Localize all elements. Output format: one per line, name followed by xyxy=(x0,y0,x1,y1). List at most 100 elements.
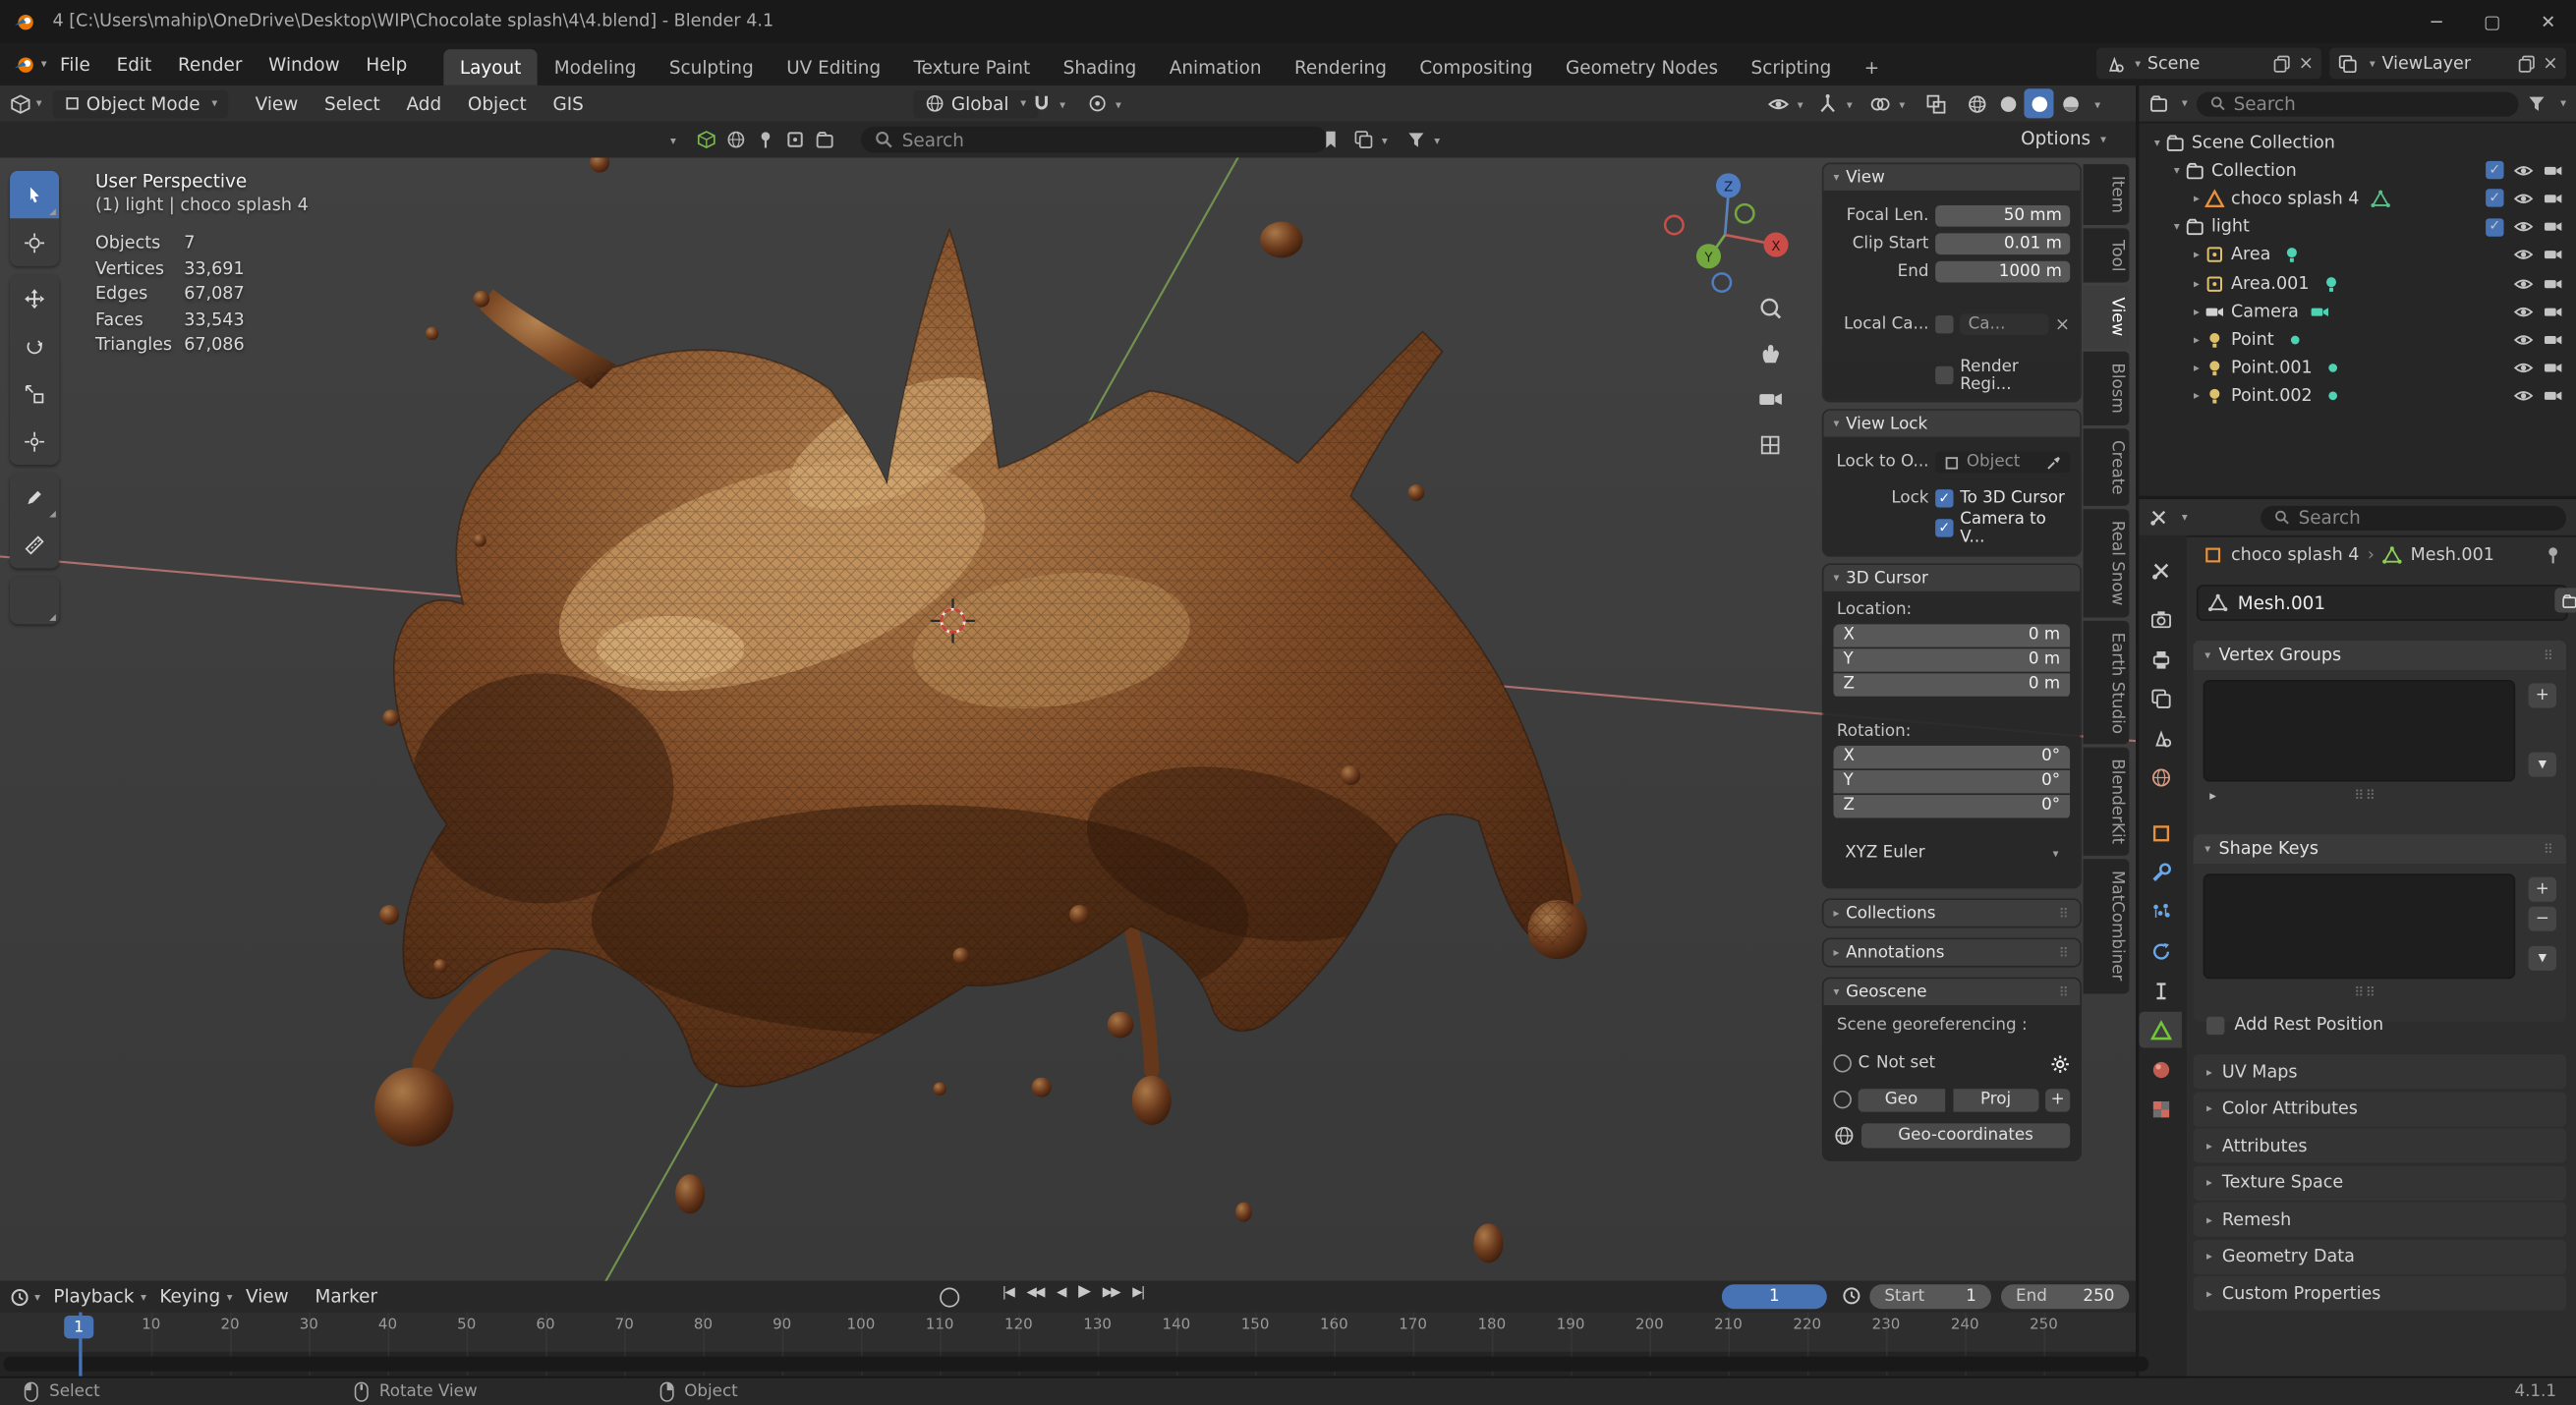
vertex-group-specials-button[interactable]: ▾ xyxy=(2529,753,2556,777)
camera-toggle-icon[interactable] xyxy=(2544,386,2563,406)
viewlayer-selector[interactable]: ▾ ViewLayer × xyxy=(2330,47,2566,79)
npanel-tab-item[interactable]: Item xyxy=(2084,164,2130,224)
unlink-scene-icon[interactable]: × xyxy=(2299,52,2314,74)
tool-search-input[interactable]: Search xyxy=(861,127,1328,153)
shape-keys-list[interactable] xyxy=(2204,873,2516,979)
tool-annotate[interactable] xyxy=(10,473,59,520)
eye-icon[interactable] xyxy=(2514,359,2534,378)
clip-start-field[interactable]: 0.01 m xyxy=(1935,233,2070,254)
camera-toggle-icon[interactable] xyxy=(2544,330,2563,350)
eye-icon[interactable] xyxy=(2514,330,2534,350)
camera-toggle-icon[interactable] xyxy=(2544,189,2563,208)
pan-hand-icon[interactable] xyxy=(1763,345,1779,363)
transform-orientation-dropdown[interactable]: Global ▾ xyxy=(913,89,1037,117)
geo-button[interactable]: Geo xyxy=(1859,1088,1945,1110)
outliner-row-scene-collection[interactable]: ▾Scene Collection xyxy=(2139,128,2576,156)
shape-keys-header[interactable]: ▾Shape Keys⠿ xyxy=(2194,834,2566,864)
eye-icon[interactable] xyxy=(2514,189,2534,208)
camera-toggle-icon[interactable] xyxy=(2544,246,2563,265)
vp-menu-select[interactable]: Select xyxy=(312,85,393,122)
crs-radio[interactable] xyxy=(1834,1054,1852,1072)
render-region-checkbox[interactable] xyxy=(1935,366,1953,384)
proj-radio[interactable] xyxy=(1834,1091,1852,1108)
camera-toggle-icon[interactable] xyxy=(2544,273,2563,293)
tab-material[interactable] xyxy=(2139,1051,2181,1088)
menu-window[interactable]: Window xyxy=(256,42,353,84)
chevron-down-icon[interactable]: ▾ xyxy=(670,135,676,147)
npanel-tab-view[interactable]: View xyxy=(2084,286,2130,348)
snap-magnet-icon[interactable] xyxy=(1032,93,1052,113)
local-camera-field[interactable]: Ca... xyxy=(1960,313,2048,335)
vertex-groups-list[interactable] xyxy=(2204,680,2516,782)
properties-editor-icon[interactable] xyxy=(2148,508,2168,528)
object-visibility-icon[interactable] xyxy=(1768,93,1790,115)
gis-basemap-icon[interactable] xyxy=(697,130,716,149)
tab-output[interactable] xyxy=(2139,641,2181,677)
npanel-tab-real-snow[interactable]: Real Snow xyxy=(2084,509,2130,617)
auto-keying-toggle[interactable] xyxy=(940,1288,959,1308)
remove-shape-key-button[interactable]: − xyxy=(2529,907,2556,931)
shading-wireframe-button[interactable] xyxy=(1962,88,1991,118)
lock-object-field[interactable]: Object xyxy=(1935,452,2070,474)
tool-add-cube[interactable] xyxy=(10,577,59,624)
vp-menu-add[interactable]: Add xyxy=(393,85,454,122)
npanel-tab-create[interactable]: Create xyxy=(2084,428,2130,506)
menu-view[interactable]: View xyxy=(233,1281,302,1313)
tab-constraints[interactable] xyxy=(2139,973,2181,1009)
display-mode-icon[interactable] xyxy=(1353,130,1373,149)
outliner-row-light-collection[interactable]: ▾light ✓ xyxy=(2139,213,2576,242)
workspace-tab-rendering[interactable]: Rendering xyxy=(1278,49,1402,85)
eyedropper-icon[interactable] xyxy=(2045,454,2062,471)
npanel-tab-tool[interactable]: Tool xyxy=(2084,228,2130,283)
tab-world[interactable] xyxy=(2139,759,2181,795)
pin-icon[interactable] xyxy=(2544,545,2563,565)
shape-key-specials-button[interactable]: ▾ xyxy=(2529,946,2556,971)
eye-icon[interactable] xyxy=(2514,273,2534,293)
menu-file[interactable]: File xyxy=(47,42,104,84)
camera-view-icon[interactable] xyxy=(1759,393,1782,405)
geo-coordinates-button[interactable]: Geo-coordinates xyxy=(1861,1123,2070,1148)
workspace-tab-geometry-nodes[interactable]: Geometry Nodes xyxy=(1549,49,1735,85)
proj-button[interactable]: Proj xyxy=(1953,1088,2039,1110)
specials-arrow[interactable]: ▸ xyxy=(2209,788,2216,803)
editor-type-icon[interactable] xyxy=(10,92,31,114)
panel-view-lock-header[interactable]: ▾View Lock xyxy=(1823,411,2080,437)
outliner-row-area[interactable]: ▸Area xyxy=(2139,241,2576,269)
workspace-tab-layout[interactable]: Layout xyxy=(443,49,538,85)
filter-icon[interactable] xyxy=(2528,93,2547,113)
outliner-row-point[interactable]: ▸Point xyxy=(2139,325,2576,354)
focal-length-field[interactable]: 50 mm xyxy=(1935,205,2070,227)
vertex-groups-header[interactable]: ▾Vertex Groups⠿ xyxy=(2194,641,2566,670)
to-3d-cursor-checkbox[interactable]: ✓ xyxy=(1935,489,1953,507)
tab-render[interactable] xyxy=(2139,601,2181,638)
tab-view-layer[interactable] xyxy=(2139,680,2181,716)
tool-move[interactable] xyxy=(10,274,59,321)
breadcrumb-data[interactable]: Mesh.001 xyxy=(2411,545,2494,565)
local-camera-checkbox[interactable] xyxy=(1935,315,1953,333)
xray-toggle-icon[interactable] xyxy=(1925,93,1947,115)
cursor-location-fields[interactable]: X0 m Y0 m Z0 m xyxy=(1834,624,2071,698)
menu-edit[interactable]: Edit xyxy=(103,42,164,84)
npanel-tab-earth-studio[interactable]: Earth Studio xyxy=(2084,620,2130,745)
shading-rendered-button[interactable] xyxy=(2055,88,2085,118)
panel-3d-cursor-header[interactable]: ▾3D Cursor xyxy=(1823,565,2080,591)
cursor-rotation-fields[interactable]: X0° Y0° Z0° xyxy=(1834,746,2071,819)
close-button[interactable]: ✕ xyxy=(2520,0,2576,42)
resize-grip[interactable]: ⠿⠿ xyxy=(2354,788,2376,803)
outliner-row-point-001[interactable]: ▸Point.001 xyxy=(2139,354,2576,382)
eye-icon[interactable] xyxy=(2514,246,2534,265)
viewport-3d[interactable]: Z X Y User Perspective (1) light | choco… xyxy=(0,157,2136,1280)
shading-material-button[interactable] xyxy=(2024,88,2053,118)
panel-view-header[interactable]: ▾View xyxy=(1823,164,2080,191)
scene-name[interactable]: Scene xyxy=(2147,53,2265,73)
panel-custom-properties[interactable]: ▸Custom Properties xyxy=(2194,1276,2566,1311)
maximize-button[interactable]: ▢ xyxy=(2464,0,2520,42)
play-reverse-button[interactable]: ◀ xyxy=(1050,1284,1071,1299)
tab-texture[interactable] xyxy=(2139,1091,2181,1127)
timeline-editor-icon[interactable] xyxy=(10,1287,29,1307)
tab-physics[interactable] xyxy=(2139,932,2181,969)
proportional-editing-icon[interactable] xyxy=(1088,93,1108,113)
npanel-tab-blosm[interactable]: Blosm xyxy=(2084,352,2130,425)
tool-cursor[interactable] xyxy=(10,218,59,265)
workspace-tab-scripting[interactable]: Scripting xyxy=(1735,49,1848,85)
